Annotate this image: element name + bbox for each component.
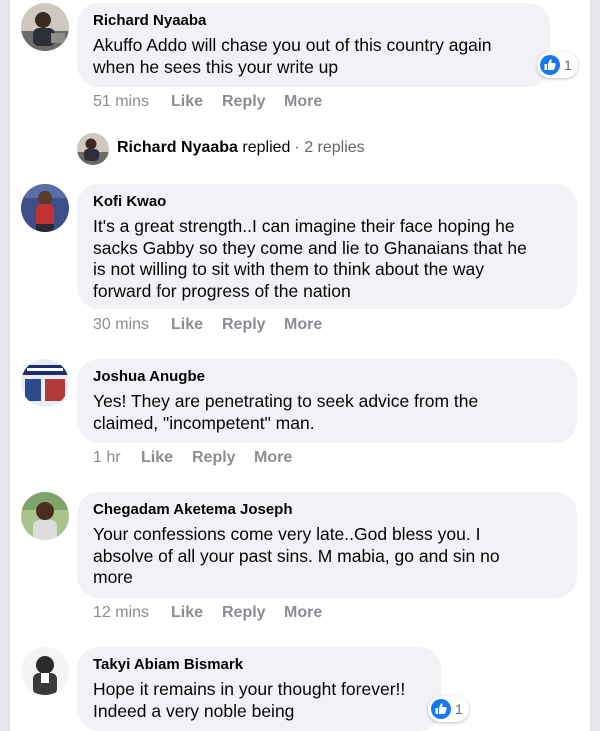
comment-line: is not willing to sit with them to think… <box>93 259 485 279</box>
more-button[interactable]: More <box>284 315 322 335</box>
more-button[interactable]: More <box>284 603 322 623</box>
reaction-badge[interactable]: 1 <box>537 52 578 78</box>
more-button[interactable]: More <box>254 448 292 468</box>
avatar[interactable] <box>77 133 109 165</box>
comment-text: Akuffo Addo will chase you out of this c… <box>93 35 534 78</box>
avatar[interactable] <box>21 184 69 232</box>
reply-button[interactable]: Reply <box>222 92 266 112</box>
comment-bubble: Joshua Anugbe Yes! They are penetrating … <box>77 359 577 443</box>
avatar[interactable] <box>21 359 69 407</box>
comment-bubble: Takyi Abiam Bismark Hope it remains in y… <box>77 647 441 731</box>
comment-line: It's a great strength..I can imagine the… <box>93 216 515 236</box>
left-border <box>0 0 10 731</box>
like-button[interactable]: Like <box>141 448 173 468</box>
comment-text: Hope it remains in your thought forever!… <box>93 679 425 722</box>
comment-bubble: Kofi Kwao It's a great strength..I can i… <box>77 184 577 309</box>
comment-line: Yes! They are penetrating to seek advice… <box>93 391 479 411</box>
comment-time[interactable]: 1 hr <box>93 448 121 468</box>
comments-panel: Richard Nyaaba Akuffo Addo will chase yo… <box>0 0 600 731</box>
reply-author: Richard Nyaaba <box>117 139 238 156</box>
reaction-count: 1 <box>455 701 463 717</box>
comment-line: Indeed a very noble being <box>93 700 295 721</box>
separator: · <box>294 139 300 156</box>
comment-line: Akuffo Addo will chase you out of this c… <box>93 35 492 55</box>
comment-line: more <box>93 567 133 587</box>
comment-time[interactable]: 12 mins <box>93 603 149 623</box>
comment-author[interactable]: Joshua Anugbe <box>93 368 561 386</box>
comment-time[interactable]: 30 mins <box>93 315 149 335</box>
comment-author[interactable]: Takyi Abiam Bismark <box>93 656 425 674</box>
comment-time[interactable]: 51 mins <box>93 92 149 112</box>
comment-text: Yes! They are penetrating to seek advice… <box>93 391 561 434</box>
like-button[interactable]: Like <box>171 603 203 623</box>
view-replies-link[interactable]: Richard Nyaaba replied · 2 replies <box>117 138 365 158</box>
reaction-count: 1 <box>564 57 572 73</box>
avatar[interactable] <box>21 492 69 540</box>
comment-line: forward for progress of the nation <box>93 280 351 301</box>
comment-text: It's a great strength..I can imagine the… <box>93 216 561 302</box>
reaction-badge[interactable]: 1 <box>428 696 469 722</box>
reply-button[interactable]: Reply <box>222 603 266 623</box>
comment-author[interactable]: Richard Nyaaba <box>93 12 534 30</box>
reply-button[interactable]: Reply <box>192 448 236 468</box>
like-button[interactable]: Like <box>171 315 203 335</box>
comment-author[interactable]: Chegadam Aketema Joseph <box>93 501 561 519</box>
comment-line: Your confessions come very late..God ble… <box>93 524 481 544</box>
comment-line: absolve of all your past sins. M mabia, … <box>93 545 500 566</box>
thumbs-up-icon <box>540 55 560 75</box>
avatar[interactable] <box>21 3 69 51</box>
thumbs-up-icon <box>431 699 451 719</box>
comment-author[interactable]: Kofi Kwao <box>93 193 561 211</box>
more-button[interactable]: More <box>284 92 322 112</box>
comment-bubble: Richard Nyaaba Akuffo Addo will chase yo… <box>77 3 550 87</box>
replied-label: replied <box>242 139 291 156</box>
comment-line: sacks Gabby so they come and lie to Ghan… <box>93 237 527 258</box>
comment-bubble: Chegadam Aketema Joseph Your confessions… <box>77 492 577 598</box>
replies-count: 2 replies <box>304 139 365 156</box>
reply-button[interactable]: Reply <box>222 315 266 335</box>
right-border <box>590 0 600 731</box>
comment-text: Your confessions come very late..God ble… <box>93 524 561 589</box>
avatar[interactable] <box>21 647 69 695</box>
like-button[interactable]: Like <box>171 92 203 112</box>
comment-line: when he sees this your write up <box>93 56 339 77</box>
comment-line: claimed, "incompetent" man. <box>93 412 315 433</box>
comment-line: Hope it remains in your thought forever!… <box>93 679 406 699</box>
